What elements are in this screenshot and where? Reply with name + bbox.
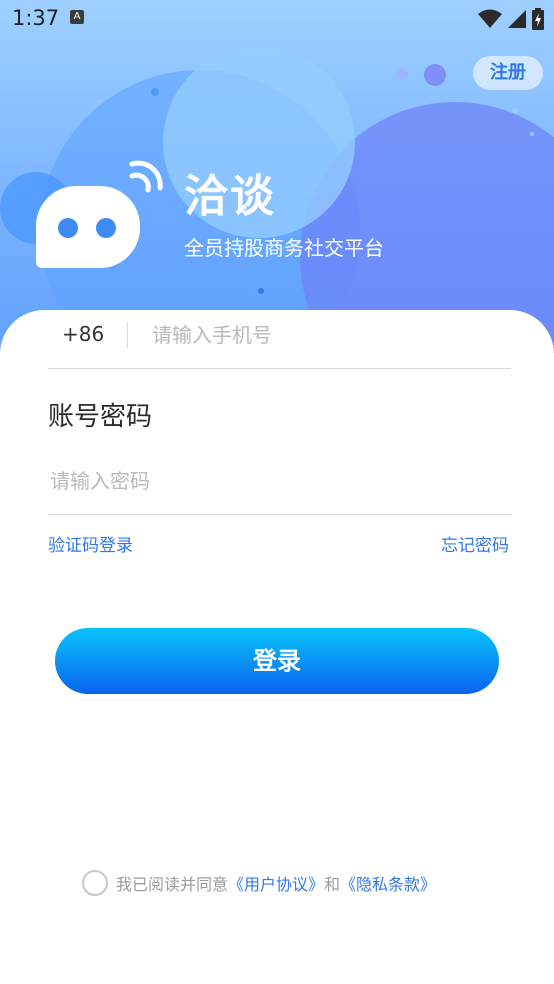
phone-field-row: +86 bbox=[48, 316, 511, 369]
decor-dot bbox=[530, 132, 534, 136]
status-time: 1:37 bbox=[12, 6, 60, 30]
country-code-selector[interactable]: +86 bbox=[62, 322, 104, 346]
app-slogan: 全员持股商务社交平台 bbox=[184, 236, 384, 260]
sms-login-link[interactable]: 验证码登录 bbox=[48, 531, 133, 556]
agreement-conjunction: 和 bbox=[324, 875, 341, 894]
password-field-row bbox=[48, 460, 511, 515]
password-section-title: 账号密码 bbox=[48, 402, 153, 432]
app-name: 洽谈 bbox=[184, 171, 276, 222]
agreement-text: 我已阅读并同意 bbox=[116, 875, 229, 894]
register-button[interactable]: 注册 bbox=[473, 56, 543, 90]
wifi-icon bbox=[478, 9, 502, 28]
user-agreement-link[interactable]: 《用户协议》 bbox=[228, 871, 324, 895]
wifi-signal-icon bbox=[129, 160, 163, 193]
system-icons bbox=[478, 8, 544, 30]
agreement-checkbox[interactable] bbox=[82, 870, 108, 896]
app-logo-mascot bbox=[36, 186, 140, 268]
decor-dot bbox=[258, 288, 264, 294]
mascot-eye bbox=[96, 218, 116, 238]
battery-charging-icon bbox=[532, 8, 544, 30]
mascot-eye bbox=[58, 218, 78, 238]
login-button[interactable]: 登录 bbox=[55, 628, 499, 694]
privacy-policy-link[interactable]: 《隐私条款》 bbox=[340, 871, 436, 895]
divider bbox=[127, 322, 128, 348]
password-input[interactable] bbox=[50, 464, 490, 498]
decor-dot bbox=[396, 68, 408, 80]
cellular-signal-icon bbox=[508, 10, 526, 28]
forgot-password-link[interactable]: 忘记密码 bbox=[441, 531, 509, 556]
decor-dot bbox=[424, 64, 446, 86]
decor-dot bbox=[512, 108, 518, 114]
status-bar: 1:37 A bbox=[0, 0, 554, 38]
notification-icon: A bbox=[70, 10, 84, 24]
decor-dot bbox=[151, 88, 159, 96]
phone-input[interactable] bbox=[152, 318, 492, 352]
agreement-row: 我已阅读并同意 《用户协议》 和 《隐私条款》 bbox=[82, 868, 436, 898]
